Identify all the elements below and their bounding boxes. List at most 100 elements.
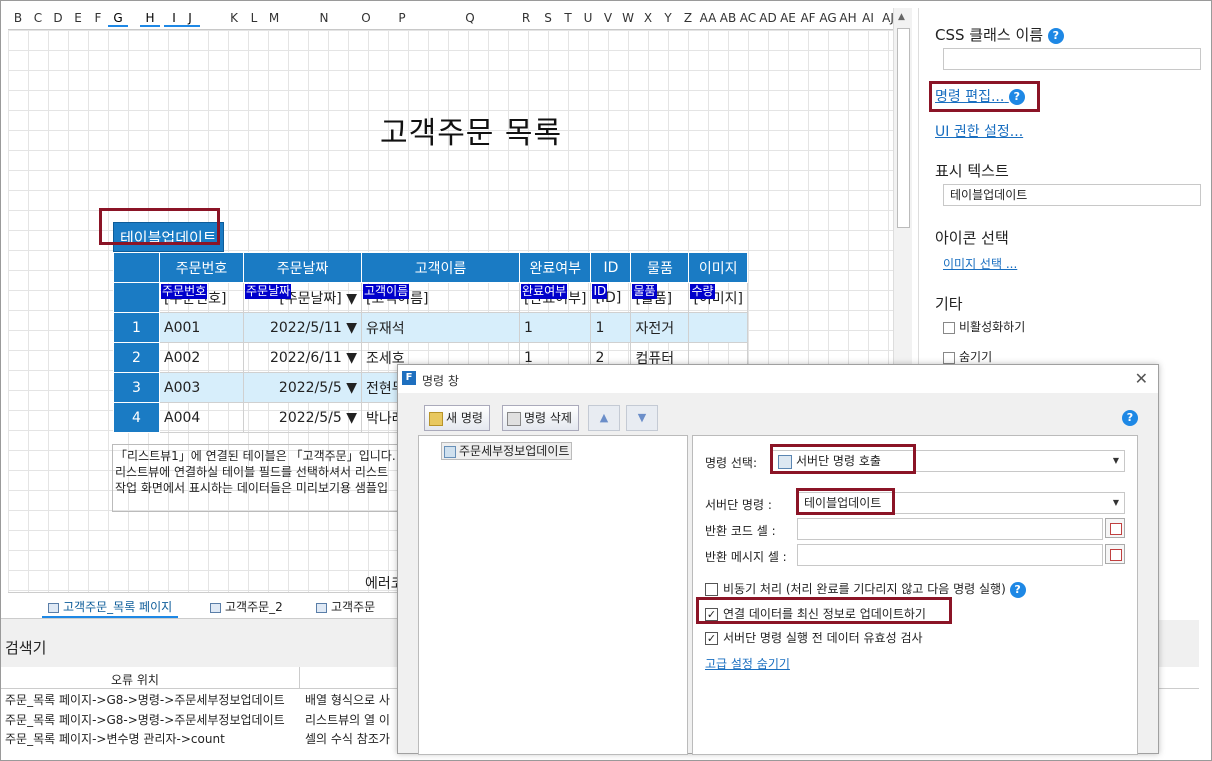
column-header[interactable]: S: [538, 11, 558, 25]
column-header[interactable]: AF: [798, 11, 818, 25]
table-header-cell: 주문날짜: [243, 252, 362, 283]
binding-cell[interactable]: [이미지] 수량: [688, 282, 749, 313]
display-text-input[interactable]: 테이블업데이트: [943, 184, 1201, 206]
table-cell[interactable]: A003: [159, 372, 244, 403]
column-header[interactable]: N: [314, 11, 334, 25]
column-header[interactable]: Y: [658, 11, 678, 25]
column-header[interactable]: B: [8, 11, 28, 25]
column-header[interactable]: AJ: [878, 11, 893, 25]
table-cell[interactable]: 2022/5/5 ▼: [243, 402, 362, 433]
display-text-label: 표시 텍스트: [935, 162, 1009, 180]
column-header[interactable]: AE: [778, 11, 798, 25]
css-class-input[interactable]: [943, 48, 1201, 70]
column-header[interactable]: F: [88, 11, 108, 25]
binding-cell[interactable]: [ID] ID: [590, 282, 632, 313]
checkbox-icon[interactable]: [943, 351, 955, 364]
column-header[interactable]: M: [264, 11, 284, 25]
table-cell[interactable]: 1: [518, 312, 592, 343]
column-header[interactable]: AD: [758, 11, 778, 25]
column-header[interactable]: AC: [738, 11, 758, 25]
column-header[interactable]: D: [48, 11, 68, 25]
new-command-button[interactable]: 새 명령: [424, 405, 490, 431]
table-row[interactable]: 1 A001 2022/5/11 ▼ 유재석 1 1 자전거: [113, 312, 749, 343]
return-message-input[interactable]: [797, 544, 1103, 566]
binding-cell[interactable]: [완료여부]완료여부: [518, 282, 592, 313]
page-icon: [48, 602, 59, 613]
column-header[interactable]: Z: [678, 11, 698, 25]
column-header[interactable]: U: [578, 11, 598, 25]
column-header[interactable]: X: [638, 11, 658, 25]
help-icon[interactable]: ?: [1047, 27, 1064, 44]
table-cell[interactable]: 1: [590, 312, 632, 343]
disable-checkbox[interactable]: 비활성화하기: [943, 318, 1025, 335]
binding-cell[interactable]: [물품]물품: [630, 282, 690, 313]
image-select-link[interactable]: 이미지 선택 ...: [943, 255, 1017, 272]
column-header[interactable]: K: [224, 11, 244, 25]
column-header[interactable]: AB: [718, 11, 738, 25]
binding-cell[interactable]: [주문번호]주문번호: [159, 282, 244, 313]
hide-checkbox[interactable]: 숨기기: [943, 348, 992, 365]
help-icon[interactable]: ?: [1122, 410, 1138, 426]
move-down-button[interactable]: ▼: [626, 405, 658, 431]
scroll-up-icon[interactable]: ▲: [898, 12, 905, 22]
cell-picker-icon[interactable]: [1105, 518, 1125, 538]
tab-order-2[interactable]: 고객주문_2: [204, 596, 289, 618]
checkbox-checked-icon[interactable]: ✓: [705, 632, 718, 645]
table-header-cell: ID: [590, 252, 632, 283]
ui-permission-link[interactable]: UI 권한 설정...: [935, 121, 1023, 141]
field-tag: 물품: [632, 284, 657, 299]
error-row[interactable]: 주문_목록 페이지->G8->명령->주문세부정보업데이트 배열 형식으로 사: [5, 691, 390, 708]
cell-picker-icon[interactable]: [1105, 544, 1125, 564]
column-header[interactable]: J: [180, 11, 200, 27]
help-icon[interactable]: ?: [1009, 581, 1026, 598]
icon-select-label: 아이콘 선택: [935, 229, 1009, 247]
column-header[interactable]: AG: [818, 11, 838, 25]
tab-order[interactable]: 고객주문: [310, 596, 381, 618]
table-header-cell: 완료여부: [518, 252, 592, 283]
binding-cell[interactable]: [고객이름]고객이름: [361, 282, 520, 313]
checkbox-icon[interactable]: [943, 321, 955, 334]
table-cell[interactable]: 유재석: [361, 312, 520, 343]
tab-order-list-page[interactable]: 고객주문_목록 페이지: [42, 596, 179, 618]
return-code-input[interactable]: [797, 518, 1103, 540]
table-cell[interactable]: 자전거: [630, 312, 690, 343]
field-tag: 완료여부: [521, 284, 568, 299]
move-up-button[interactable]: ▲: [588, 405, 620, 431]
column-header[interactable]: Q: [460, 11, 480, 25]
table-cell[interactable]: 2022/5/11 ▼: [243, 312, 362, 343]
field-tag: 수량: [690, 284, 715, 299]
table-cell[interactable]: 2022/6/11 ▼: [243, 342, 362, 373]
advanced-settings-link[interactable]: 고급 설정 숨기기: [705, 655, 790, 672]
column-header[interactable]: C: [28, 11, 48, 25]
column-header[interactable]: R: [516, 11, 536, 25]
table-cell[interactable]: A004: [159, 402, 244, 433]
table-cell[interactable]: 2022/5/5 ▼: [243, 372, 362, 403]
column-header[interactable]: O: [356, 11, 376, 25]
table-icon: [316, 602, 327, 613]
column-header[interactable]: V: [598, 11, 618, 25]
column-header[interactable]: P: [392, 11, 412, 25]
column-header[interactable]: AH: [838, 11, 858, 25]
table-icon: [210, 602, 221, 613]
table-cell[interactable]: [688, 312, 749, 343]
validate-checkbox[interactable]: ✓ 서버단 명령 실행 전 데이터 유효성 검사: [705, 629, 923, 646]
column-header[interactable]: AA: [698, 11, 718, 25]
async-checkbox[interactable]: 비동기 처리 (처리 완료를 기다리지 않고 다음 명령 실행) ?: [705, 580, 1026, 598]
close-icon[interactable]: ✕: [1135, 369, 1148, 388]
column-header[interactable]: W: [618, 11, 638, 25]
column-header[interactable]: E: [68, 11, 88, 25]
checkbox-icon[interactable]: [705, 583, 718, 596]
column-header[interactable]: L: [244, 11, 264, 25]
table-cell[interactable]: A002: [159, 342, 244, 373]
error-row[interactable]: 주문_목록 페이지->G8->명령->주문세부정보업데이트 리스트뷰의 열 이: [5, 711, 390, 728]
column-header[interactable]: T: [558, 11, 578, 25]
scroll-thumb[interactable]: [897, 28, 910, 228]
table-cell[interactable]: A001: [159, 312, 244, 343]
error-row[interactable]: 주문_목록 페이지->변수명 관리자->count 셀의 수식 참조가: [5, 730, 390, 747]
column-header[interactable]: H: [140, 11, 160, 27]
delete-command-button[interactable]: 명령 삭제: [502, 405, 579, 431]
binding-cell[interactable]: [주문날짜] ▼ 주문날짜: [243, 282, 362, 313]
column-header[interactable]: G: [108, 11, 128, 27]
command-list-item[interactable]: 주문세부정보업데이트: [441, 442, 573, 460]
column-header[interactable]: AI: [858, 11, 878, 25]
